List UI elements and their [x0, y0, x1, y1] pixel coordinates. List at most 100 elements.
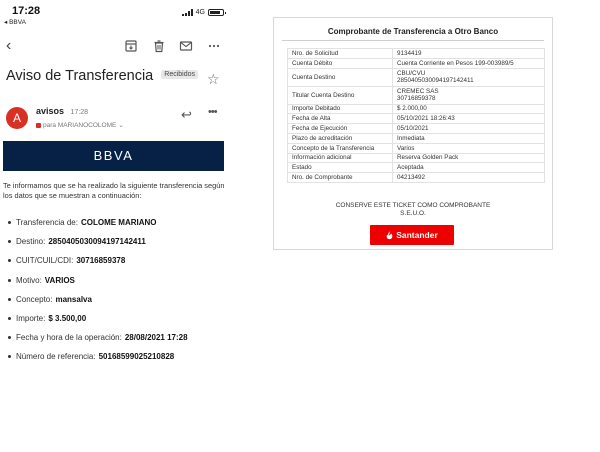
row-value: Varios: [392, 142, 545, 154]
detail-value: 50168599025210828: [98, 352, 175, 362]
row-key: Información adicional: [287, 152, 393, 164]
table-row: Plazo de acreditación Inmediata: [287, 132, 545, 144]
bullet-icon: [8, 240, 11, 244]
receipt-divider: [282, 40, 544, 41]
bullet-icon: [8, 336, 11, 340]
star-icon[interactable]: ☆: [207, 71, 220, 88]
detail-label: CUIT/CUIL/CDI:: [16, 256, 74, 266]
bullet-icon: [8, 297, 11, 301]
email-app-screen: 17:28 ◂ BBVA 4G ‹ Aviso de Transferencia…: [0, 0, 232, 452]
row-key: Fecha de Ejecución: [287, 123, 393, 134]
list-item: CUIT/CUIL/CDI: 30716859378: [8, 251, 230, 270]
email-subject-text: Aviso de Transferencia: [6, 68, 154, 84]
bullet-icon: [8, 355, 11, 359]
detail-value: 2850405030094197142411: [48, 237, 146, 247]
sender-name: avisos: [36, 106, 65, 116]
sender-more-icon[interactable]: •••: [208, 106, 218, 118]
bbva-banner: BBVA: [3, 141, 224, 171]
row-value: Inmediata: [392, 132, 545, 144]
table-row: Fecha de Ejecución 05/10/2021: [287, 123, 545, 134]
row-value: Cuenta Corriente en Pesos 199-003989/5: [392, 57, 545, 69]
detail-label: Transferencia de:: [16, 218, 78, 228]
row-value: CREMEC SAS 30716859378: [392, 85, 545, 105]
santander-logo: Santander: [370, 225, 454, 245]
detail-value: 30716859378: [76, 256, 126, 266]
list-item: Número de referencia: 50168599025210828: [8, 347, 230, 366]
back-to-app-link[interactable]: ◂ BBVA: [4, 18, 26, 26]
row-key: Concepto de la Transferencia: [287, 142, 393, 154]
transfer-details-list: Transferencia de: COLOME MARIANO Destino:…: [8, 213, 230, 367]
detail-label: Número de referencia:: [16, 352, 96, 362]
receipt-footer-line1: CONSERVE ESTE TICKET COMO COMPROBANTE: [335, 202, 491, 209]
detail-label: Concepto:: [16, 294, 53, 304]
receipt-footer: CONSERVE ESTE TICKET COMO COMPROBANTE S.…: [274, 202, 552, 218]
table-row: Nro. de Solicitud 9134419: [287, 48, 545, 59]
bullet-icon: [8, 278, 11, 282]
sender-time: 17:28: [70, 109, 89, 116]
list-item: Motivo: VARIOS: [8, 271, 230, 290]
row-value-line1: CREMEC SAS: [397, 87, 439, 95]
bullet-icon: [8, 317, 11, 321]
row-key: Titular Cuenta Destino: [287, 85, 393, 105]
table-row: Cuenta Débito Cuenta Corriente en Pesos 1…: [287, 57, 545, 69]
sender-line: avisos 17:28: [36, 106, 88, 116]
row-value: 04213492: [392, 172, 545, 183]
list-item: Destino: 2850405030094197142411: [8, 232, 230, 251]
detail-value: VARIOS: [44, 275, 75, 285]
row-value-line1: CBU/CVU: [397, 69, 426, 77]
row-key: Plazo de acreditación: [287, 132, 393, 144]
row-value: 05/10/2021: [392, 123, 545, 134]
receipt-title: Comprobante de Transferencia a Otro Banc…: [327, 27, 499, 36]
list-item: Importe: $ 3.500,00: [8, 309, 230, 328]
email-intro-text: Te informamos que se ha realizado la sig…: [3, 181, 225, 200]
status-indicators: 4G: [181, 9, 226, 16]
row-value-line2: 30716859378: [397, 95, 436, 103]
row-key: Estado: [287, 162, 393, 174]
detail-label: Importe:: [16, 314, 46, 324]
receipt-footer-line2: S.E.U.O.: [400, 210, 426, 217]
trash-icon[interactable]: [152, 39, 166, 53]
signal-icon: [181, 9, 193, 16]
inbox-label-chip[interactable]: Recibidos: [161, 69, 199, 79]
row-value: Reserva Golden Pack: [392, 152, 545, 164]
row-key: Cuenta Destino: [287, 67, 393, 87]
detail-label: Motivo:: [16, 275, 42, 285]
detail-value: 28/08/2021 17:28: [124, 333, 188, 343]
bullet-icon: [8, 221, 11, 225]
transfer-receipt: Comprobante de Transferencia a Otro Banc…: [273, 17, 553, 250]
row-value-line2: 2850405030094197142411: [397, 77, 474, 85]
row-key: Cuenta Débito: [287, 57, 393, 69]
row-value: $ 2.000,00: [392, 103, 545, 115]
archive-icon[interactable]: [124, 39, 138, 53]
row-value: 9134419: [392, 48, 545, 59]
table-row: Cuenta Destino CBU/CVU 2850405030094197142…: [287, 67, 545, 87]
row-key: Nro. de Solicitud: [287, 48, 393, 59]
detail-value: COLOME MARIANO: [80, 218, 157, 228]
table-row: Nro. de Comprobante 04213492: [287, 172, 545, 183]
recipient-line[interactable]: para MARIANOCOLOME ⌄: [36, 121, 124, 129]
row-key: Nro. de Comprobante: [287, 172, 393, 183]
list-item: Concepto: mansalva: [8, 290, 230, 309]
table-row: Información adicional Reserva Golden Pack: [287, 152, 545, 164]
chevron-down-icon[interactable]: ⌄: [118, 121, 123, 129]
detail-value: mansalva: [55, 294, 92, 304]
detail-label: Fecha y hora de la operación:: [16, 333, 122, 343]
back-arrow-icon[interactable]: ‹: [6, 36, 11, 56]
mail-icon[interactable]: [179, 39, 193, 53]
list-item: Fecha y hora de la operación: 28/08/2021 …: [8, 328, 230, 347]
email-toolbar: ‹: [0, 36, 232, 58]
row-value: 05/10/2021 18:26:43: [392, 113, 545, 125]
table-row: Titular Cuenta Destino CREMEC SAS 30716859…: [287, 85, 545, 105]
list-item: Transferencia de: COLOME MARIANO: [8, 213, 230, 232]
table-row: Fecha de Alta 05/10/2021 18:26:43: [287, 113, 545, 125]
row-key: Importe Debitado: [287, 103, 393, 115]
reply-icon[interactable]: ↩: [181, 107, 192, 123]
santander-flame-icon: [386, 230, 393, 239]
more-options-icon[interactable]: [207, 39, 221, 53]
row-value: Aceptada: [392, 162, 545, 174]
row-key: Fecha de Alta: [287, 113, 393, 125]
email-subject: Aviso de Transferencia Recibidos: [6, 68, 199, 84]
table-row: Estado Aceptada: [287, 162, 545, 174]
bbva-logo: BBVA: [93, 148, 134, 163]
table-row: Importe Debitado $ 2.000,00: [287, 103, 545, 115]
